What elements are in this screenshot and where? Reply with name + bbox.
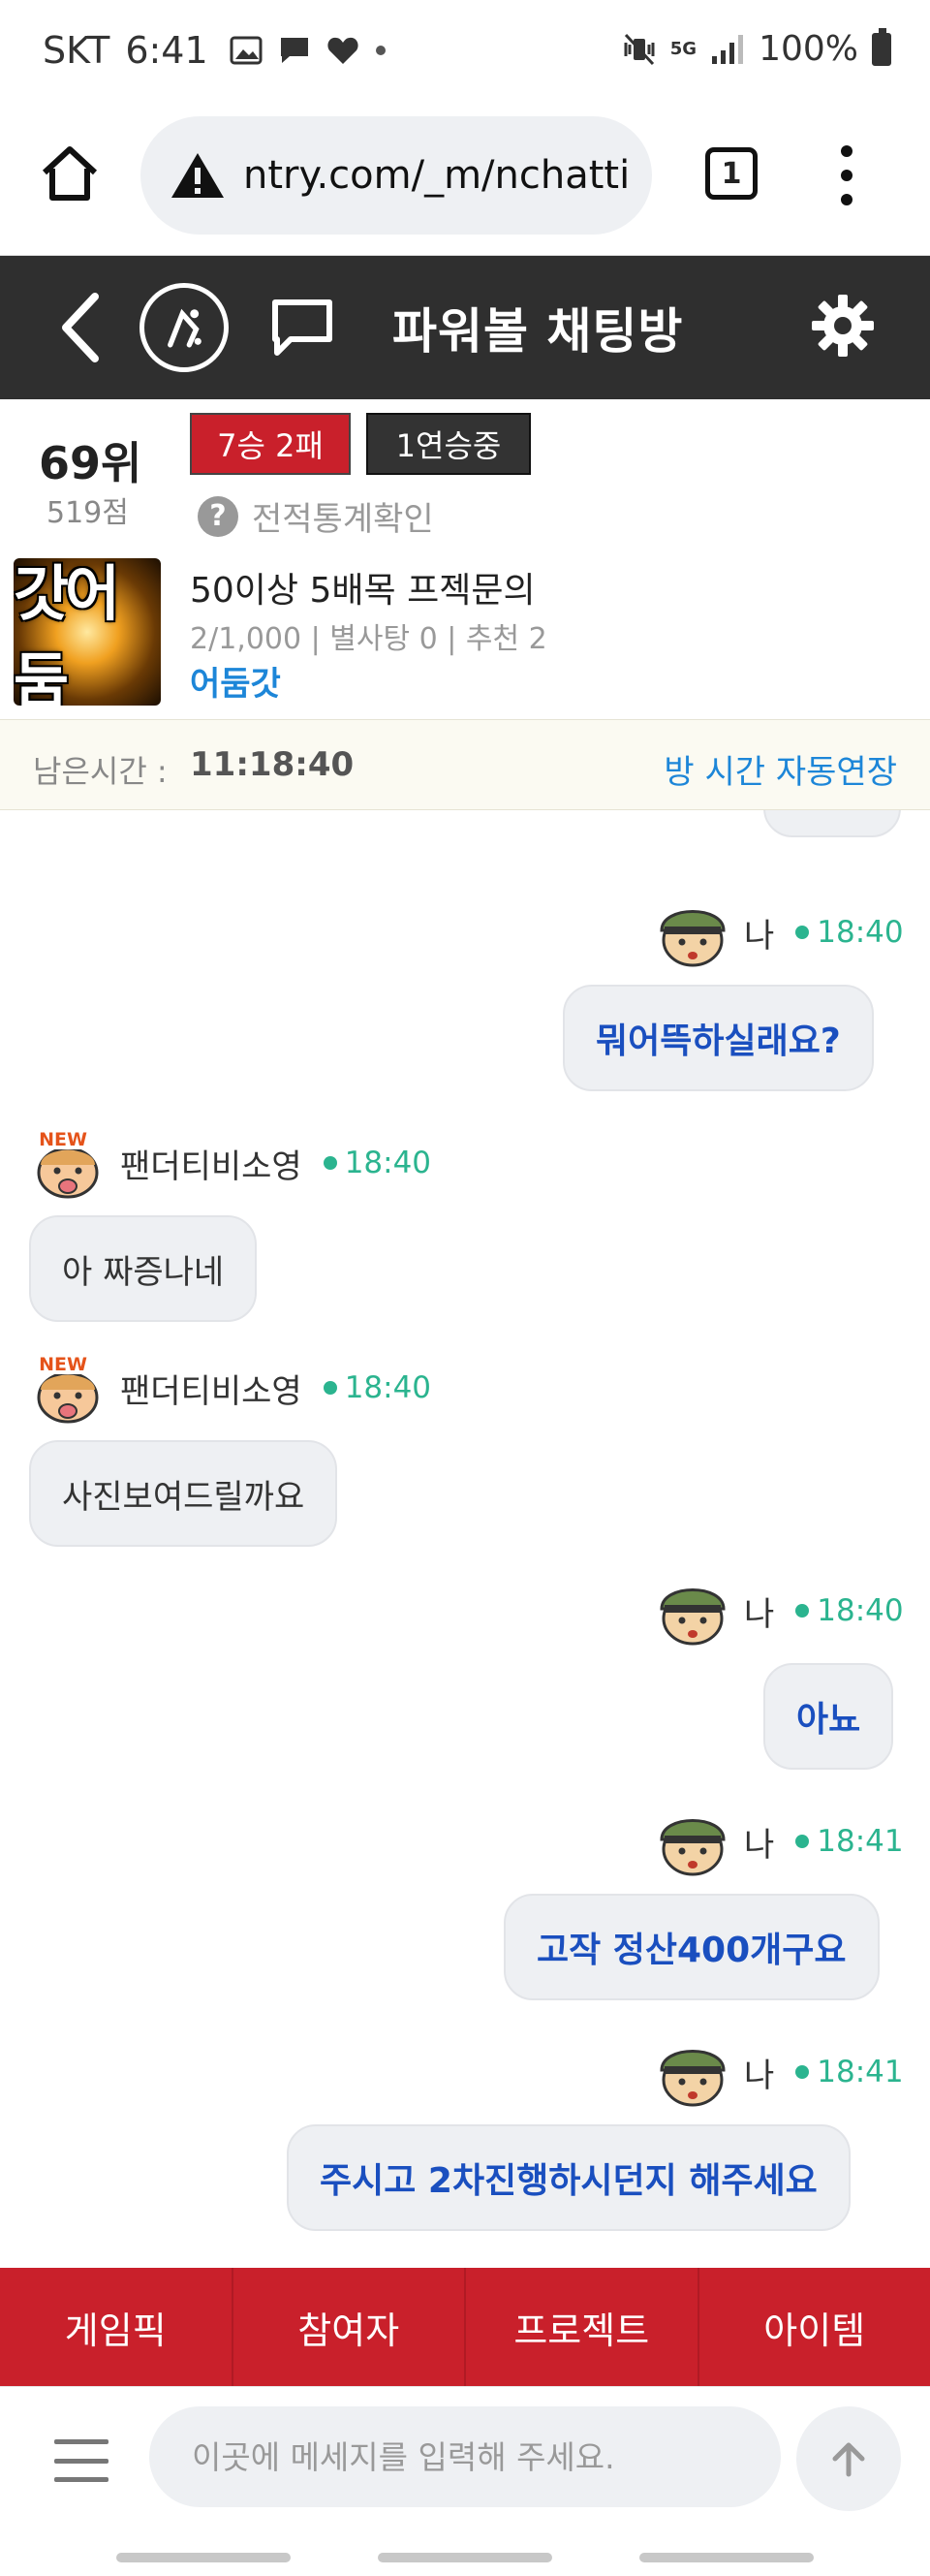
tab-game-pick[interactable]: 게임픽	[0, 2268, 233, 2386]
timer-bar: 남은시간 : 11:18:40 방 시간 자동연장	[0, 719, 930, 810]
online-dot	[795, 926, 810, 939]
timer-value: 11:18:40	[190, 745, 355, 784]
chat-log[interactable]: 나 18:40 뭐어뜩하실래요? NEW 팬더티비소영 18:40 아 짜증나네…	[0, 810, 930, 2268]
online-dot	[323, 1381, 337, 1395]
heart-icon	[327, 37, 358, 64]
chat-bubble: 사진보여드릴까요	[29, 1440, 338, 1547]
page-title: 파워볼 채팅방	[392, 303, 684, 360]
sender-name: 나	[744, 916, 775, 956]
image-icon	[230, 36, 263, 65]
online-dot	[323, 1156, 337, 1170]
gesture-bar	[0, 2541, 930, 2576]
message-time: 18:40	[817, 915, 904, 950]
message-time: 18:40	[817, 1593, 904, 1628]
room-name: 50이상 5배목 프젝문의	[190, 571, 536, 611]
chat-bubble: 아 짜증나네	[29, 1215, 258, 1322]
room-thumbnail[interactable]: 갓어둠	[14, 558, 161, 706]
soldier-avatar-icon	[660, 1588, 726, 1646]
soldier-avatar-icon	[660, 1819, 726, 1876]
message-meta: 나 18:41	[653, 2035, 904, 2109]
sender-name: 나	[744, 1594, 775, 1634]
help-icon: ?	[198, 495, 238, 537]
browser-toolbar: ntry.com/_m/nchatti 1	[0, 107, 930, 256]
sender-name: 나	[744, 1825, 775, 1865]
nav-recent-pill[interactable]	[116, 2553, 291, 2562]
thumbnail-text: 갓어둠	[14, 558, 120, 706]
message-time: 18:41	[817, 1824, 904, 1859]
chat-bubble: 주시고 2차진행하시던지 해주세요	[287, 2124, 851, 2231]
clock: 6:41	[125, 29, 208, 72]
battery-percent: 100%	[759, 29, 858, 69]
sender-name: 팬더티비소영	[120, 1371, 302, 1411]
rank-points: 519점	[46, 496, 129, 530]
network-type: 5G	[669, 38, 698, 59]
stats-link[interactable]: ? 전적통계확인	[198, 492, 434, 540]
more-vert-icon[interactable]	[835, 145, 858, 205]
nav-home-pill[interactable]	[378, 2553, 552, 2562]
message-meta: 나 18:41	[653, 1805, 904, 1878]
address-bar[interactable]: ntry.com/_m/nchatti	[140, 116, 652, 235]
room-info: 69위 519점 7승 2패 1연승중 ? 전적통계확인 갓어둠 50이상 5배…	[0, 399, 930, 719]
soldier-avatar-icon	[660, 2050, 726, 2107]
streak-badge: 1연승중	[366, 413, 531, 475]
svg-text:NEW: NEW	[39, 1129, 87, 1150]
mute-vibrate-icon	[624, 33, 655, 65]
back-icon[interactable]	[56, 291, 105, 364]
rank-label: 69위	[39, 437, 142, 489]
send-button[interactable]	[796, 2406, 901, 2511]
app-header: 파워볼 채팅방	[0, 256, 930, 399]
sender-name: 나	[744, 2056, 775, 2095]
arrow-up-icon	[832, 2442, 865, 2477]
online-dot	[795, 2065, 810, 2079]
message-icon	[280, 38, 308, 63]
nav-back-pill[interactable]	[639, 2553, 814, 2562]
url-text[interactable]: ntry.com/_m/nchatti	[243, 153, 631, 198]
hamburger-menu-icon[interactable]	[54, 2439, 108, 2482]
new-user-avatar-icon: NEW	[35, 1128, 99, 1199]
gear-icon[interactable]	[810, 293, 876, 359]
chat-bubble-partial	[763, 810, 901, 837]
message-meta: 나 18:40	[653, 1574, 904, 1648]
message-meta: 나 18:40	[653, 895, 904, 969]
battery-icon	[872, 27, 891, 66]
message-input-bar	[0, 2386, 930, 2541]
logo-icon[interactable]	[140, 283, 229, 372]
chat-bubble: 아뇨	[763, 1663, 894, 1770]
signal-icon	[712, 34, 744, 64]
soldier-avatar-icon	[660, 910, 726, 967]
stats-link-label: 전적통계확인	[252, 500, 434, 539]
message-time: 18:40	[344, 1370, 432, 1405]
room-meta: 2/1,000 | 별사탕 0 | 추천 2	[190, 622, 547, 656]
bottom-tab-bar: 게임픽 참여자 프로젝트 아이템	[0, 2268, 930, 2386]
sender-name: 팬더티비소영	[120, 1147, 302, 1186]
tab-item[interactable]: 아이템	[699, 2268, 930, 2386]
timer-label: 남은시간 :	[33, 753, 168, 790]
online-dot	[795, 1835, 810, 1848]
message-time: 18:41	[817, 2055, 904, 2089]
chat-bubble: 뭐어뜩하실래요?	[563, 985, 874, 1091]
online-dot	[795, 1604, 810, 1618]
message-time: 18:40	[344, 1146, 432, 1180]
chat-bubble-icon[interactable]	[269, 297, 335, 359]
dot-icon	[375, 46, 386, 55]
warning-icon[interactable]	[170, 150, 226, 201]
tab-participants[interactable]: 참여자	[233, 2268, 466, 2386]
message-input[interactable]	[149, 2406, 781, 2507]
auto-extend-link[interactable]: 방 시간 자동연장	[664, 745, 897, 793]
room-owner-link[interactable]: 어둠갓	[190, 657, 281, 705]
message-meta: NEW 팬더티비소영 18:40	[29, 1126, 431, 1200]
status-bar: SKT 6:41 5G 100%	[0, 0, 930, 107]
message-meta: NEW 팬더티비소영 18:40	[29, 1351, 431, 1425]
new-user-avatar-icon: NEW	[35, 1353, 99, 1424]
tabs-icon[interactable]: 1	[705, 147, 758, 200]
home-icon[interactable]	[39, 143, 101, 205]
tab-project[interactable]: 프로젝트	[466, 2268, 699, 2386]
svg-text:NEW: NEW	[39, 1354, 87, 1375]
carrier-label: SKT	[43, 29, 110, 72]
record-badge: 7승 2패	[190, 413, 351, 475]
chat-bubble: 고작 정산400개구요	[504, 1894, 880, 2000]
